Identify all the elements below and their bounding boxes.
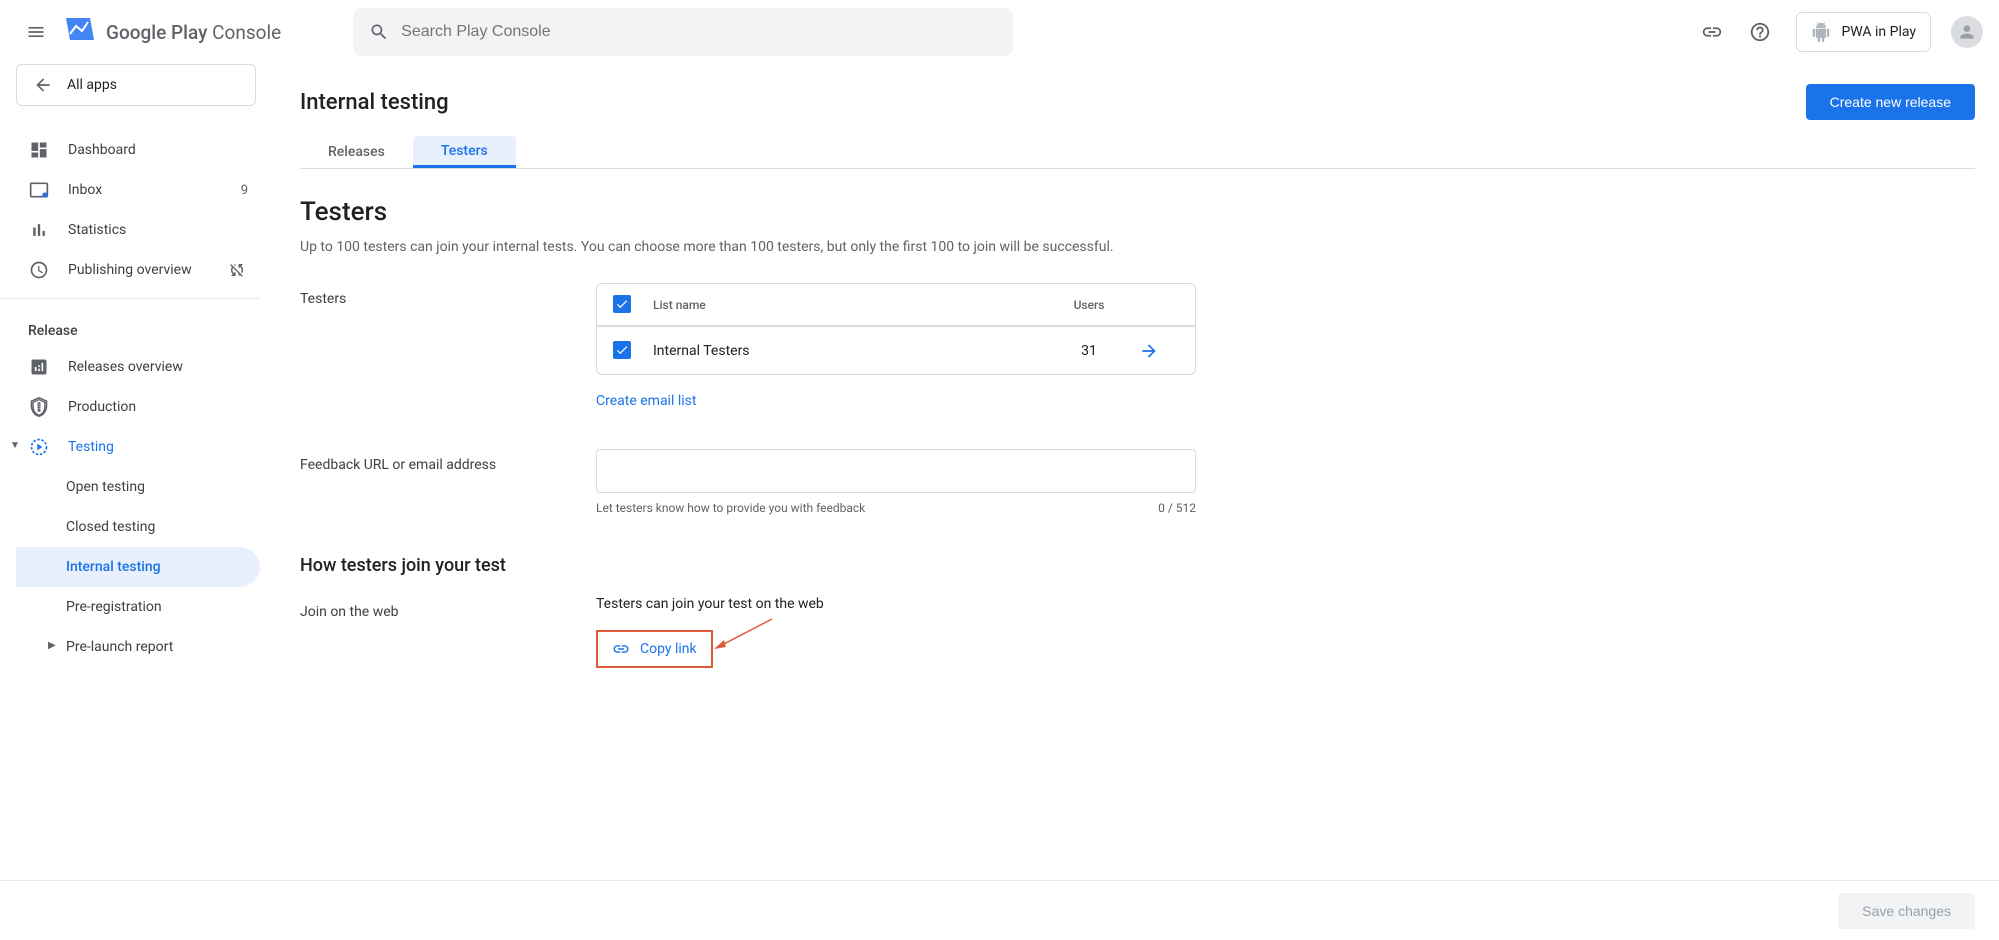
tabs: Releases Testers	[300, 136, 1975, 169]
row-checkbox[interactable]	[613, 341, 631, 359]
statistics-icon	[29, 220, 49, 240]
sidebar-item-label: Production	[68, 399, 248, 415]
publishing-icon	[29, 260, 49, 280]
chevron-down-icon: ▼	[10, 440, 20, 451]
sidebar-item-publishing-overview[interactable]: Publishing overview	[16, 250, 260, 290]
copy-link-button[interactable]: Copy link	[596, 630, 713, 668]
link-button[interactable]	[1692, 12, 1732, 52]
link-icon	[1701, 21, 1723, 43]
all-apps-label: All apps	[67, 77, 117, 93]
create-new-release-button[interactable]: Create new release	[1806, 84, 1975, 120]
feedback-input[interactable]	[596, 449, 1196, 493]
arrow-left-icon	[33, 75, 53, 95]
row-arrow-button[interactable]	[1139, 341, 1179, 361]
annotation-arrow-icon	[712, 614, 782, 654]
table-row[interactable]: Internal Testers 31	[597, 326, 1195, 374]
menu-icon	[26, 22, 46, 42]
testers-table: List name Users Internal Testers 31	[596, 283, 1196, 375]
testing-icon	[29, 437, 49, 457]
sidebar-section-release: Release	[16, 311, 260, 347]
search-box[interactable]	[353, 8, 1013, 56]
sidebar-item-releases-overview[interactable]: Releases overview	[16, 347, 260, 387]
sidebar-item-statistics[interactable]: Statistics	[16, 210, 260, 250]
sidebar-item-label: Testing	[68, 439, 248, 455]
sidebar-item-label: Statistics	[68, 222, 248, 238]
create-email-list-link[interactable]: Create email list	[596, 393, 696, 409]
sidebar-item-pre-registration[interactable]: Pre-registration	[16, 587, 260, 627]
android-icon	[1811, 22, 1831, 42]
all-apps-button[interactable]: All apps	[16, 64, 256, 106]
sidebar: All apps Dashboard Inbox 9 Statistics Pu…	[0, 64, 260, 748]
sidebar-item-pre-launch-report[interactable]: ▶ Pre-launch report	[16, 627, 260, 667]
help-button[interactable]	[1740, 12, 1780, 52]
logo-text: Google Play Console	[106, 21, 281, 44]
sidebar-item-label: Open testing	[66, 479, 145, 495]
page-header: Internal testing Create new release	[300, 64, 1975, 136]
check-icon	[615, 343, 629, 357]
sidebar-item-label: Inbox	[68, 182, 223, 198]
app-selector-chip[interactable]: PWA in Play	[1796, 12, 1931, 52]
main-content: Internal testing Create new release Rele…	[260, 64, 1999, 748]
play-console-logo-icon	[64, 16, 96, 48]
sidebar-item-testing[interactable]: ▼ Testing	[16, 427, 260, 467]
sidebar-item-label: Dashboard	[68, 142, 248, 158]
row-list-name: Internal Testers	[653, 343, 1039, 359]
table-header: List name Users	[597, 284, 1195, 326]
search-input[interactable]	[401, 23, 997, 41]
check-icon	[615, 297, 629, 311]
sidebar-item-internal-testing[interactable]: Internal testing	[16, 547, 260, 587]
testers-description: Up to 100 testers can join your internal…	[300, 239, 1975, 255]
join-row-desc: Testers can join your test on the web	[596, 596, 1196, 612]
sidebar-item-inbox[interactable]: Inbox 9	[16, 170, 260, 210]
tab-releases[interactable]: Releases	[300, 136, 413, 168]
page-title: Internal testing	[300, 90, 449, 115]
inbox-badge: 9	[241, 183, 248, 198]
sidebar-item-label: Publishing overview	[68, 262, 208, 278]
sidebar-item-production[interactable]: Production	[16, 387, 260, 427]
sidebar-item-label: Releases overview	[68, 359, 248, 375]
tab-testers[interactable]: Testers	[413, 136, 516, 168]
sidebar-item-label: Internal testing	[66, 559, 161, 575]
sidebar-item-dashboard[interactable]: Dashboard	[16, 130, 260, 170]
join-heading: How testers join your test	[300, 555, 1975, 576]
feedback-helper: Let testers know how to provide you with…	[596, 501, 865, 515]
releases-overview-icon	[29, 357, 49, 377]
production-icon	[29, 397, 49, 417]
app-header: Google Play Console PWA in Play	[0, 0, 1999, 64]
person-icon	[1957, 22, 1977, 42]
sidebar-item-label: Closed testing	[66, 519, 155, 535]
row-users: 31	[1039, 343, 1139, 359]
sidebar-item-closed-testing[interactable]: Closed testing	[16, 507, 260, 547]
logo[interactable]: Google Play Console	[64, 16, 281, 48]
search-icon	[369, 22, 389, 42]
footer-bar: Save changes	[0, 880, 1999, 940]
chevron-right-icon: ▶	[48, 640, 56, 651]
hamburger-menu-button[interactable]	[16, 12, 56, 52]
help-icon	[1749, 21, 1771, 43]
join-row-label: Join on the web	[300, 596, 596, 668]
dashboard-icon	[29, 140, 49, 160]
copy-link-label: Copy link	[640, 641, 697, 657]
inbox-icon	[29, 180, 49, 200]
app-chip-label: PWA in Play	[1841, 24, 1916, 40]
feedback-counter: 0 / 512	[1158, 501, 1196, 515]
testers-heading: Testers	[300, 197, 1975, 227]
testers-group-label: Testers	[300, 283, 596, 409]
arrow-right-icon	[1139, 341, 1159, 361]
save-changes-button[interactable]: Save changes	[1838, 893, 1975, 929]
col-list-name: List name	[653, 298, 1039, 312]
user-avatar[interactable]	[1951, 16, 1983, 48]
sync-off-icon	[228, 261, 246, 279]
sidebar-item-label: Pre-registration	[66, 599, 162, 615]
sidebar-item-open-testing[interactable]: Open testing	[16, 467, 260, 507]
sidebar-item-label: Pre-launch report	[66, 639, 173, 655]
feedback-label: Feedback URL or email address	[300, 449, 596, 515]
link-icon	[612, 640, 630, 658]
select-all-checkbox[interactable]	[613, 295, 631, 313]
col-users: Users	[1039, 298, 1139, 312]
